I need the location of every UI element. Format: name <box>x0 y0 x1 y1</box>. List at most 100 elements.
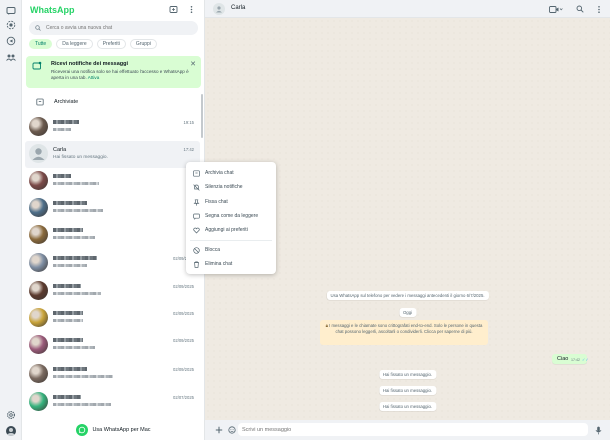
avatar <box>29 225 48 244</box>
chat-row[interactable] <box>25 222 200 249</box>
new-chat-icon[interactable] <box>168 4 179 15</box>
sticker-icon[interactable] <box>227 424 237 436</box>
read-ticks-icon: ✓✓ <box>582 357 589 362</box>
chat-row[interactable]: 02/09/2025 <box>25 250 200 277</box>
chat-time: 02/09/2025 <box>173 367 194 372</box>
message-time: 17:42 <box>571 358 580 362</box>
chat-time: 02/09/2025 <box>173 284 194 289</box>
pin-icon <box>192 198 200 206</box>
heart-icon <box>192 226 200 234</box>
filter-unread[interactable]: Da leggere <box>56 39 93 49</box>
chat-list-scrollbar[interactable] <box>201 94 203 138</box>
profile-avatar[interactable] <box>5 425 17 437</box>
date-divider: Oggi <box>398 308 417 317</box>
menu-item-mark-unread[interactable]: Segna come da leggere <box>186 209 276 223</box>
redacted-name <box>53 338 83 342</box>
chat-time: 02/09/2025 <box>173 338 194 343</box>
redacted-name <box>53 311 83 315</box>
search-icon[interactable] <box>576 3 584 15</box>
banner-title: Ricevi notifiche dei messaggi <box>51 61 129 67</box>
menu-item-delete[interactable]: Elimina chat <box>186 257 276 271</box>
notifications-banner: Ricevi notifiche dei messaggi Riceverai … <box>26 56 201 88</box>
redacted-preview <box>53 128 71 131</box>
filter-favorites[interactable]: Preferiti <box>96 39 126 49</box>
block-icon <box>192 246 200 254</box>
redacted-preview <box>53 209 103 212</box>
contact-avatar[interactable] <box>213 3 225 15</box>
chat-row[interactable] <box>25 168 200 195</box>
message-text: Ciao <box>557 356 569 362</box>
chat-name: Carla <box>53 147 67 153</box>
menu-item-mute[interactable]: Silenzia notifiche <box>186 180 276 194</box>
attach-plus-icon[interactable] <box>214 424 224 436</box>
chat-preview: Hai fissato un messaggio. <box>53 155 108 160</box>
filter-groups[interactable]: Gruppi <box>129 39 157 49</box>
cta-label: Usa WhatsApp per Mac <box>92 427 151 433</box>
redacted-name <box>53 120 79 124</box>
avatar <box>29 253 48 272</box>
microphone-icon[interactable] <box>593 424 603 436</box>
chat-row[interactable]: 02/07/2025 <box>25 389 200 416</box>
video-call-icon[interactable] <box>549 3 563 15</box>
chat-row[interactable]: 02/09/2025 <box>25 305 200 332</box>
chat-row[interactable]: 02/09/2025 <box>25 278 200 305</box>
chat-row[interactable]: 02/09/2025 <box>25 332 200 359</box>
avatar <box>29 392 48 411</box>
menu-kebab-icon[interactable] <box>596 3 602 15</box>
outgoing-message[interactable]: Ciao 17:42 ✓✓ <box>552 354 589 364</box>
avatar <box>29 308 48 327</box>
enable-notifications-link[interactable]: Attiva <box>88 75 100 80</box>
menu-item-archive[interactable]: Archivia chat <box>186 166 276 180</box>
chat-time: 02/09/2025 <box>173 311 194 316</box>
notification-icon <box>32 61 42 71</box>
contact-name: Carla <box>231 5 246 11</box>
communities-icon[interactable] <box>5 51 17 63</box>
chat-row[interactable]: 02/09/2025 <box>25 361 200 388</box>
avatar <box>29 144 48 163</box>
avatar <box>29 364 48 383</box>
avatar <box>29 117 48 136</box>
chat-time: 02/07/2025 <box>173 395 194 400</box>
menu-kebab-icon[interactable] <box>186 4 197 15</box>
redacted-name <box>53 256 97 260</box>
conversation-header[interactable]: Carla <box>205 0 610 18</box>
avatar <box>29 171 48 190</box>
chat-context-menu: Archivia chat Silenzia notifiche Fissa c… <box>186 162 276 274</box>
download-mac-cta[interactable]: Usa WhatsApp per Mac <box>22 420 205 440</box>
chats-icon[interactable] <box>5 5 17 17</box>
pinned-notice: Hai fissato un messaggio. <box>378 402 437 411</box>
pinned-notice: Hai fissato un messaggio. <box>378 370 437 379</box>
mute-icon <box>192 183 200 191</box>
menu-item-pin[interactable]: Fissa chat <box>186 195 276 209</box>
redacted-name <box>53 174 71 178</box>
search-input[interactable] <box>46 25 186 31</box>
nav-rail <box>0 0 22 440</box>
status-icon[interactable] <box>5 19 17 31</box>
redacted-name <box>53 228 83 232</box>
redacted-preview <box>53 292 101 295</box>
archived-row[interactable]: Archiviate <box>22 94 205 110</box>
redacted-name <box>53 367 87 371</box>
archive-icon <box>192 169 200 177</box>
search-icon <box>35 25 41 31</box>
chat-row[interactable] <box>25 195 200 222</box>
chat-row[interactable]: 19:15 <box>25 114 200 141</box>
search-box[interactable] <box>29 21 198 35</box>
history-notice[interactable]: Usa WhatsApp sul telefono per vedere i m… <box>326 291 489 300</box>
redacted-name <box>53 395 81 399</box>
close-icon[interactable]: ✕ <box>190 60 196 68</box>
filter-all[interactable]: Tutte <box>29 39 53 49</box>
avatar <box>29 335 48 354</box>
menu-item-block[interactable]: Blocca <box>186 243 276 257</box>
settings-icon[interactable] <box>5 409 17 421</box>
channels-icon[interactable] <box>5 35 17 47</box>
chat-row[interactable]: Carla Hai fissato un messaggio. 17:42 <box>25 141 200 168</box>
redacted-preview <box>53 182 99 185</box>
encryption-notice[interactable]: 🔒︎ I messaggi e le chiamate sono crittog… <box>320 320 488 345</box>
message-input[interactable] <box>238 423 588 436</box>
trash-icon <box>192 260 200 268</box>
redacted-name <box>53 284 81 288</box>
menu-item-favorite[interactable]: Aggiungi ai preferiti <box>186 223 276 237</box>
chat-list-panel: WhatsApp Tutte Da leggere Preferiti Grup… <box>22 0 205 440</box>
message-composer <box>205 420 610 440</box>
